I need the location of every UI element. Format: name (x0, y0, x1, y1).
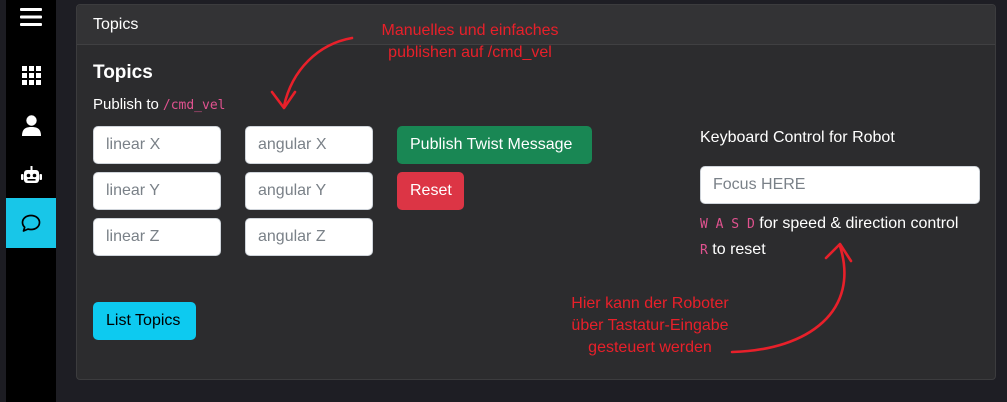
sidebar-item-chat[interactable] (6, 198, 56, 248)
chat-icon (21, 214, 41, 232)
keyboard-control-title: Keyboard Control for Robot (700, 129, 895, 146)
keyboard-focus-input[interactable] (700, 166, 980, 204)
publish-to-label: Publish to/cmd_vel (93, 96, 226, 113)
sidebar (6, 0, 56, 402)
annotation-publish-line-1: Manuelles und einfaches (381, 22, 559, 39)
annotation-keyboard: Hier kann der Roboter über Tastatur-Eing… (540, 293, 760, 359)
sidebar-item-robot[interactable] (6, 150, 56, 200)
hamburger-menu-icon[interactable] (20, 7, 42, 27)
sidebar-item-user[interactable] (6, 100, 56, 150)
sidebar-item-menu[interactable] (6, 0, 56, 42)
grid-icon (21, 65, 41, 85)
robot-icon (20, 166, 42, 183)
user-icon (21, 114, 41, 136)
annotation-publish: Manuelles und einfaches publishen auf /c… (345, 20, 595, 64)
page-title: Topics (93, 62, 153, 83)
reset-description: to reset (712, 241, 766, 258)
wasd-description: for speed & direction control (759, 215, 959, 232)
annotation-keyboard-line-1: Hier kann der Roboter (571, 295, 729, 312)
sidebar-item-dashboard[interactable] (6, 50, 56, 100)
linear-y-input[interactable] (93, 172, 221, 210)
annotation-keyboard-line-3: gesteuert werden (588, 339, 712, 356)
publish-twist-button[interactable]: Publish Twist Message (397, 126, 592, 164)
wasd-hint: W A S D for speed & direction control (700, 215, 958, 233)
linear-x-input[interactable] (93, 126, 221, 164)
r-key: R (700, 243, 708, 258)
reset-button[interactable]: Reset (397, 172, 464, 210)
linear-z-input[interactable] (93, 218, 221, 256)
publish-label-text: Publish to (93, 96, 159, 113)
annotation-keyboard-line-2: über Tastatur-Eingabe (571, 317, 729, 334)
annotation-publish-line-2: publishen auf /cmd_vel (388, 44, 552, 61)
wasd-keys: W A S D (700, 217, 755, 232)
angular-z-input[interactable] (245, 218, 373, 256)
list-topics-button[interactable]: List Topics (93, 302, 196, 340)
reset-hint: R to reset (700, 241, 766, 259)
angular-y-input[interactable] (245, 172, 373, 210)
publish-topic: /cmd_vel (162, 98, 226, 113)
angular-x-input[interactable] (245, 126, 373, 164)
